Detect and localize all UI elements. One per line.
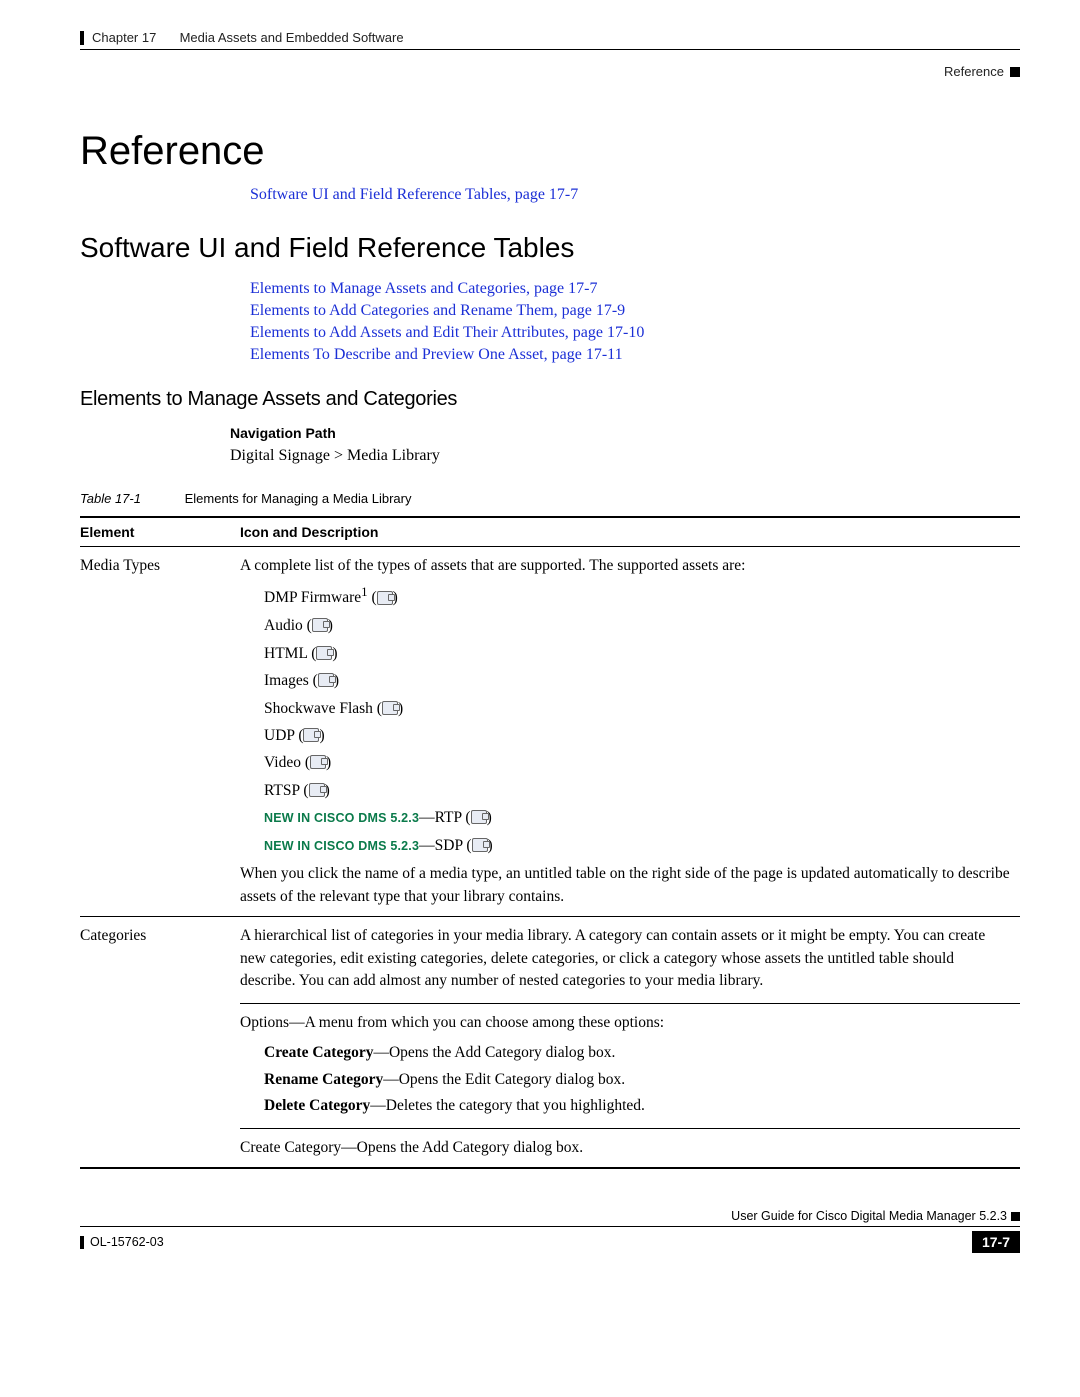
list-item: RTSP ()	[264, 780, 1010, 802]
xref-link[interactable]: Elements To Describe and Preview One Ass…	[250, 346, 1020, 364]
navigation-path-label: Navigation Path	[230, 425, 1020, 441]
option-name: Create Category	[264, 1044, 373, 1061]
option-item: Rename Category—Opens the Edit Category …	[264, 1069, 1020, 1091]
page-number-badge: 17-7	[972, 1231, 1020, 1253]
cell-description: A complete list of the types of assets t…	[240, 547, 1020, 917]
media-intro-text: A complete list of the types of assets t…	[240, 555, 1010, 577]
sdp-icon	[472, 838, 488, 852]
subsection-heading: Elements to Manage Assets and Categories	[80, 388, 1020, 411]
categories-paragraph: A hierarchical list of categories in you…	[240, 925, 1010, 992]
footnote-ref: 1	[361, 584, 367, 599]
rtp-icon	[471, 810, 487, 824]
xref-link[interactable]: Software UI and Field Reference Tables, …	[250, 186, 1020, 204]
chapter-number: Chapter 17	[92, 30, 156, 45]
asset-type-list: DMP Firmware1 () Audio () HTML () Imag	[264, 583, 1010, 857]
asset-name: UDP	[264, 727, 294, 744]
audio-icon	[312, 618, 328, 632]
asset-name: Video	[264, 754, 301, 771]
col-header-description: Icon and Description	[240, 517, 1020, 547]
image-icon	[318, 673, 334, 687]
asset-name: SDP	[435, 837, 463, 854]
option-desc: —Opens the Edit Category dialog box.	[383, 1071, 625, 1088]
asset-name: HTML	[264, 645, 307, 662]
chapter-title: Media Assets and Embedded Software	[180, 30, 404, 45]
options-intro: Options—A menu from which you can choose…	[240, 1012, 1020, 1034]
xref-link[interactable]: Elements to Add Categories and Rename Th…	[250, 302, 1020, 320]
udp-icon	[303, 728, 319, 742]
list-item: Shockwave Flash ()	[264, 698, 1010, 720]
option-name: Delete Category	[264, 1097, 370, 1114]
cell-element: Categories	[80, 917, 240, 1168]
option-item: Create Category—Opens the Add Category d…	[264, 1042, 1020, 1064]
option-name: Rename Category	[264, 1071, 383, 1088]
options-block: Options—A menu from which you can choose…	[240, 1003, 1020, 1118]
asset-name: RTSP	[264, 782, 300, 799]
table-row: Media Types A complete list of the types…	[80, 547, 1020, 917]
table-row: Categories A hierarchical list of catego…	[80, 917, 1020, 1168]
new-version-tag: NEW IN CISCO DMS 5.2.3	[264, 839, 419, 853]
xref-link[interactable]: Elements to Manage Assets and Categories…	[250, 280, 1020, 298]
list-item: Audio ()	[264, 615, 1010, 637]
page-header: Chapter 17 Media Assets and Embedded Sof…	[80, 30, 1020, 45]
footer-doc-number: OL-15762-03	[90, 1235, 164, 1249]
list-item: NEW IN CISCO DMS 5.2.3—RTP ()	[264, 807, 1010, 829]
create-category-row: Create Category—Opens the Add Category d…	[240, 1128, 1020, 1159]
running-header-label: Reference	[944, 64, 1004, 79]
asset-name: DMP Firmware	[264, 590, 361, 607]
table-number: Table 17-1	[80, 491, 181, 506]
header-square-icon	[1010, 67, 1020, 77]
xref-link[interactable]: Elements to Add Assets and Edit Their At…	[250, 324, 1020, 342]
option-desc: —Opens the Add Category dialog box.	[373, 1044, 615, 1061]
footer-rule-icon	[80, 1236, 84, 1249]
footer-divider	[80, 1226, 1020, 1227]
navigation-path-block: Navigation Path Digital Signage > Media …	[230, 425, 1020, 465]
option-desc: —Deletes the category that you highlight…	[370, 1097, 645, 1114]
table-caption: Table 17-1 Elements for Managing a Media…	[80, 491, 1020, 506]
list-item: Images ()	[264, 670, 1010, 692]
reference-table: Element Icon and Description Media Types…	[80, 516, 1020, 1169]
list-item: Video ()	[264, 752, 1010, 774]
html-icon	[316, 646, 332, 660]
top-link-list: Software UI and Field Reference Tables, …	[250, 186, 1020, 204]
asset-name: Audio	[264, 617, 303, 634]
flash-icon	[382, 701, 398, 715]
firmware-icon	[377, 591, 393, 605]
list-item: HTML ()	[264, 643, 1010, 665]
footer-square-icon	[1011, 1212, 1020, 1221]
list-item: DMP Firmware1 ()	[264, 583, 1010, 610]
table-title: Elements for Managing a Media Library	[185, 491, 412, 506]
header-divider	[80, 49, 1020, 50]
video-icon	[310, 755, 326, 769]
list-item: NEW IN CISCO DMS 5.2.3—SDP ()	[264, 835, 1010, 857]
new-version-tag: NEW IN CISCO DMS 5.2.3	[264, 811, 419, 825]
footer-guide-title: User Guide for Cisco Digital Media Manag…	[731, 1209, 1007, 1223]
cell-element: Media Types	[80, 547, 240, 917]
media-outro-text: When you click the name of a media type,…	[240, 863, 1010, 908]
page-footer: User Guide for Cisco Digital Media Manag…	[80, 1209, 1020, 1253]
page-title: Reference	[80, 129, 1020, 174]
header-rule-icon	[80, 31, 84, 45]
navigation-path-value: Digital Signage > Media Library	[230, 447, 1020, 465]
section-link-list: Elements to Manage Assets and Categories…	[250, 280, 1020, 364]
asset-name: RTP	[435, 809, 462, 826]
asset-name: Shockwave Flash	[264, 700, 373, 717]
option-item: Delete Category—Deletes the category tha…	[264, 1095, 1020, 1117]
create-category-text: Create Category—Opens the Add Category d…	[240, 1139, 583, 1156]
asset-name: Images	[264, 672, 309, 689]
cell-description: A hierarchical list of categories in you…	[240, 917, 1020, 1168]
section-heading: Software UI and Field Reference Tables	[80, 232, 1020, 264]
list-item: UDP ()	[264, 725, 1010, 747]
running-header-right: Reference	[80, 64, 1020, 79]
col-header-element: Element	[80, 517, 240, 547]
rtsp-icon	[309, 783, 325, 797]
